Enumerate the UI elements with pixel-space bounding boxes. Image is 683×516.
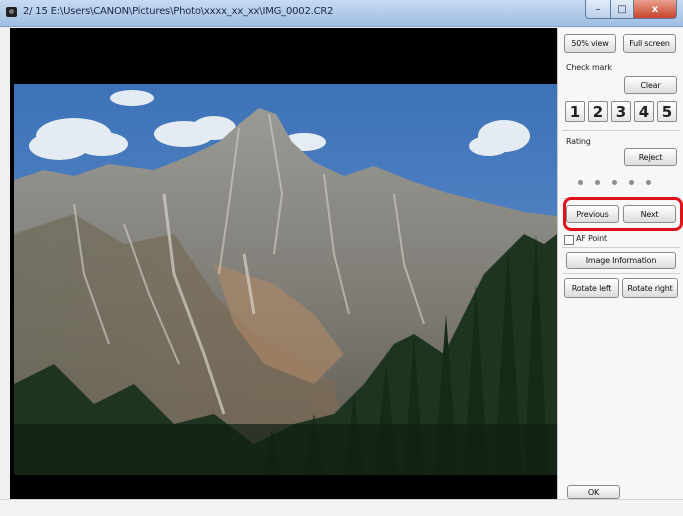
check-mark-5-button[interactable]: 5 <box>657 101 677 122</box>
check-mark-label: Check mark <box>566 63 612 72</box>
rotate-right-button[interactable]: Rotate right <box>622 278 678 298</box>
clear-button[interactable]: Clear <box>624 76 677 94</box>
af-point-checkbox[interactable] <box>564 235 574 245</box>
check-mark-3-button[interactable]: 3 <box>611 101 631 122</box>
maximize-button[interactable]: □ <box>611 0 634 19</box>
rotate-left-button[interactable]: Rotate left <box>564 278 619 298</box>
title-bar: 2/ 15 E:\Users\CANON\Pictures\Photo\xxxx… <box>0 0 683 27</box>
reject-button[interactable]: Reject <box>624 148 677 166</box>
control-panel: 50% view Full screen Check mark Clear 1 … <box>557 28 683 499</box>
full-screen-button[interactable]: Full screen <box>623 34 676 53</box>
rating-star-1[interactable] <box>578 180 583 185</box>
divider <box>562 247 680 248</box>
status-bar <box>0 499 683 516</box>
rating-star-2[interactable] <box>595 180 600 185</box>
caption-buttons: – □ x <box>585 0 677 20</box>
rating-star-5[interactable] <box>646 180 651 185</box>
image-information-button[interactable]: Image Information <box>566 252 676 269</box>
navigation-highlight-outline <box>563 197 683 231</box>
camera-app-icon <box>6 7 17 17</box>
rating-star-4[interactable] <box>629 180 634 185</box>
check-mark-1-button[interactable]: 1 <box>565 101 585 122</box>
image-viewer-window: 2/ 15 E:\Users\CANON\Pictures\Photo\xxxx… <box>0 0 683 516</box>
rating-label: Rating <box>566 137 591 146</box>
ok-button[interactable]: OK <box>567 485 620 499</box>
divider <box>562 273 680 274</box>
divider <box>562 130 680 131</box>
af-point-label: AF Point <box>576 234 607 243</box>
view-50-percent-button[interactable]: 50% view <box>564 34 616 53</box>
image-viewer-area[interactable] <box>10 28 557 499</box>
rating-star-3[interactable] <box>612 180 617 185</box>
minimize-button[interactable]: – <box>585 0 611 19</box>
close-button[interactable]: x <box>634 0 677 19</box>
check-mark-4-button[interactable]: 4 <box>634 101 654 122</box>
window-title: 2/ 15 E:\Users\CANON\Pictures\Photo\xxxx… <box>23 6 334 17</box>
mountain-landscape-photo <box>14 84 557 475</box>
check-mark-2-button[interactable]: 2 <box>588 101 608 122</box>
